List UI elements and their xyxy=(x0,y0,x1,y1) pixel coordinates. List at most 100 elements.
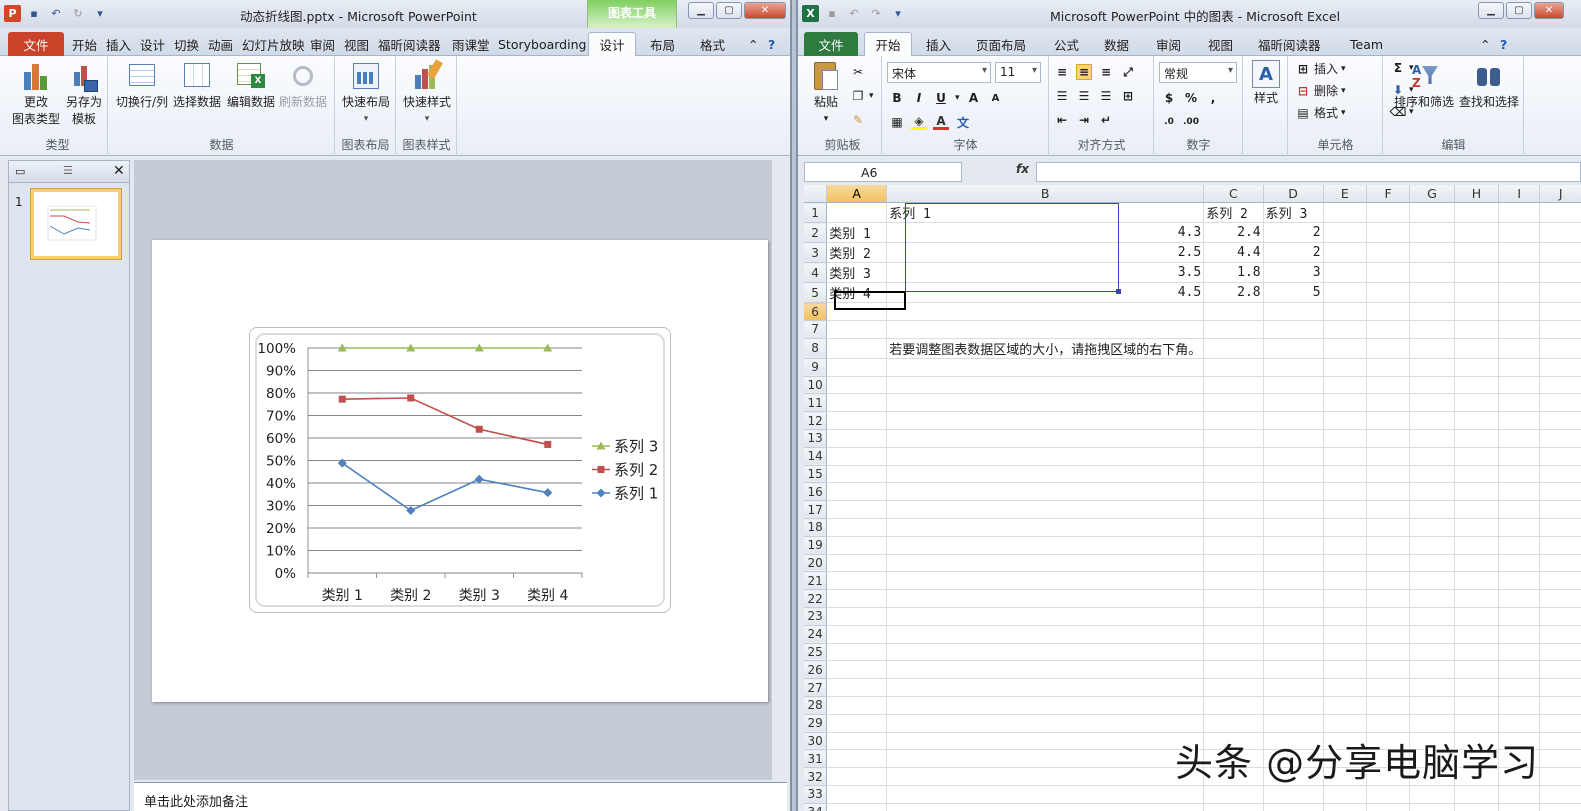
cell[interactable] xyxy=(1409,465,1455,484)
cell[interactable] xyxy=(1409,262,1455,284)
cell[interactable] xyxy=(1539,358,1581,377)
cell[interactable]: 5 xyxy=(1263,282,1324,304)
cell[interactable] xyxy=(1539,571,1581,591)
cell[interactable] xyxy=(1409,785,1455,804)
cell[interactable] xyxy=(1366,282,1411,304)
cell[interactable] xyxy=(826,465,888,484)
cell[interactable] xyxy=(1498,785,1541,804)
cell[interactable] xyxy=(886,447,1205,466)
tab-insert[interactable]: 插入 xyxy=(100,32,137,56)
cell[interactable] xyxy=(1263,643,1324,662)
cell[interactable]: 系列 2 xyxy=(1203,202,1264,224)
cell[interactable] xyxy=(1203,482,1264,502)
cell[interactable] xyxy=(826,696,888,715)
cell[interactable] xyxy=(826,393,888,413)
font-color-icon[interactable]: A xyxy=(933,114,949,130)
cell[interactable] xyxy=(1409,589,1455,609)
tab-animations[interactable]: 动画 xyxy=(202,32,239,56)
cell[interactable] xyxy=(1539,536,1581,555)
cell[interactable] xyxy=(1498,571,1541,591)
cell[interactable] xyxy=(1498,803,1541,811)
cell[interactable] xyxy=(1203,678,1264,698)
tab-view[interactable]: 视图 xyxy=(338,32,375,56)
cell[interactable] xyxy=(886,732,1205,751)
cell[interactable] xyxy=(1409,625,1455,644)
cell[interactable] xyxy=(1498,465,1541,484)
cell[interactable] xyxy=(1409,554,1455,573)
tab-rain-classroom[interactable]: 雨课堂 xyxy=(446,32,496,56)
cell[interactable] xyxy=(1263,554,1324,573)
cell[interactable] xyxy=(1366,643,1411,662)
delete-cells-button[interactable]: ⊟ 删除 ▾ xyxy=(1295,82,1346,99)
cell[interactable] xyxy=(1498,358,1541,377)
align-center-icon[interactable]: ☰ xyxy=(1076,88,1092,104)
cell[interactable] xyxy=(1263,500,1324,520)
cell[interactable] xyxy=(1263,411,1324,431)
cell[interactable] xyxy=(1366,302,1411,322)
notes-pane[interactable]: 单击此处添加备注 xyxy=(134,782,787,811)
worksheet-grid[interactable]: A B C D E F G H I J 1 系列 1 系列 2 系列 3 2 类别 1 4.3 2.4 2 3 类别 2… xyxy=(804,185,1581,811)
column-header-d[interactable]: D xyxy=(1263,185,1324,204)
cell[interactable] xyxy=(1323,625,1368,644)
cell[interactable] xyxy=(1409,302,1455,322)
cell[interactable] xyxy=(1539,625,1581,644)
undo-icon[interactable]: ↶ xyxy=(845,4,863,22)
row-header[interactable]: 7 xyxy=(804,320,828,339)
tab-formulas[interactable]: 公式 xyxy=(1048,32,1085,56)
cell[interactable] xyxy=(886,767,1205,787)
cell[interactable] xyxy=(1203,696,1264,715)
row-header[interactable]: 2 xyxy=(804,222,828,244)
cell[interactable] xyxy=(886,589,1205,609)
format-painter-button[interactable]: ✎ xyxy=(850,112,866,128)
cell[interactable] xyxy=(1366,785,1411,804)
cell[interactable] xyxy=(1409,447,1455,466)
cell[interactable] xyxy=(1409,803,1455,811)
cell[interactable] xyxy=(826,660,888,680)
cell[interactable]: 系列 3 xyxy=(1263,202,1324,224)
cell[interactable]: 若要调整图表数据区域的大小，请拖拽区域的右下角。 xyxy=(886,338,1205,359)
tab-foxit-reader[interactable]: 福昕阅读器 xyxy=(1252,32,1327,56)
row-header[interactable]: 5 xyxy=(804,282,828,304)
tab-storyboarding[interactable]: Storyboarding xyxy=(492,32,592,56)
cell[interactable] xyxy=(1539,262,1581,284)
cell[interactable] xyxy=(1539,554,1581,573)
cell[interactable] xyxy=(1203,554,1264,573)
cell[interactable] xyxy=(1203,465,1264,484)
cell[interactable] xyxy=(1263,482,1324,502)
cell[interactable] xyxy=(1409,411,1455,431)
tab-chart-layout[interactable]: 布局 xyxy=(644,32,681,56)
cell[interactable] xyxy=(826,643,888,662)
cell[interactable] xyxy=(826,607,888,626)
cell[interactable] xyxy=(1409,571,1455,591)
cell[interactable] xyxy=(1203,607,1264,626)
cell[interactable] xyxy=(886,785,1205,804)
cell[interactable] xyxy=(1539,411,1581,431)
cell[interactable] xyxy=(1539,320,1581,339)
insert-function-button[interactable]: fx xyxy=(1016,162,1029,176)
save-icon[interactable]: ▪ xyxy=(823,4,841,22)
cell[interactable] xyxy=(1454,518,1500,537)
orientation-icon[interactable]: ⤢ xyxy=(1120,64,1136,80)
row-header[interactable]: 20 xyxy=(804,554,828,573)
cell[interactable] xyxy=(1263,696,1324,715)
cell[interactable] xyxy=(886,714,1205,733)
cell[interactable] xyxy=(1454,625,1500,644)
cell[interactable] xyxy=(826,302,888,322)
cell[interactable] xyxy=(1498,625,1541,644)
slide-canvas[interactable]: 100% 90% 80% 70% 60% 50% 40% 30% 20% 10% 0% 类别 1 类别 … xyxy=(152,240,768,702)
cell[interactable] xyxy=(1409,320,1455,339)
cell[interactable] xyxy=(1539,282,1581,304)
increase-decimal-icon[interactable]: .0 xyxy=(1161,114,1177,130)
font-size-dropdown[interactable]: 11 xyxy=(995,62,1041,83)
cell[interactable] xyxy=(1498,411,1541,431)
cell[interactable] xyxy=(886,411,1205,431)
cell[interactable] xyxy=(1409,643,1455,662)
cell[interactable] xyxy=(1498,429,1541,448)
phonetic-icon[interactable]: 文 xyxy=(955,114,971,130)
cell[interactable] xyxy=(1454,429,1500,448)
cell[interactable] xyxy=(1409,222,1455,244)
cell[interactable] xyxy=(1203,714,1264,733)
cell[interactable] xyxy=(1539,482,1581,502)
cell[interactable] xyxy=(886,803,1205,811)
cell[interactable] xyxy=(1323,393,1368,413)
